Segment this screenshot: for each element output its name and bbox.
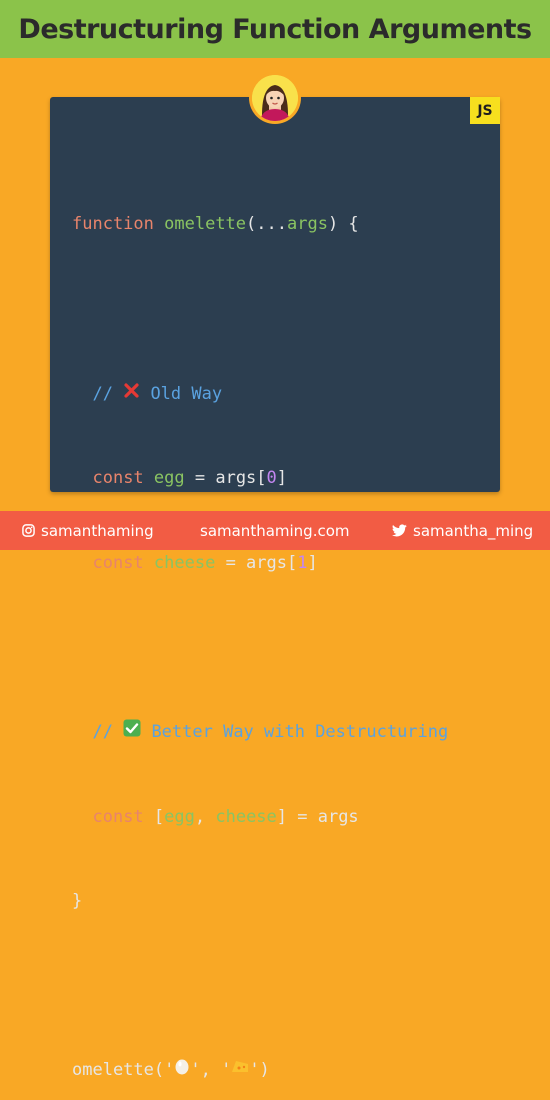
code-comment: // xyxy=(92,383,124,404)
code-comment: Old Way xyxy=(140,383,223,404)
code-punct: = args[ xyxy=(184,468,267,489)
title-bar: Destructuring Function Arguments xyxy=(0,0,550,58)
woman-avatar-icon xyxy=(252,75,298,121)
code-comment: Better Way with Destructuring xyxy=(141,722,449,743)
code-comment: // xyxy=(92,722,124,743)
cheese-icon xyxy=(231,1056,249,1084)
code-line-4: const cheese = args[1] xyxy=(72,549,448,577)
code-line-7: } xyxy=(72,887,448,915)
code-number: 1 xyxy=(297,552,308,573)
js-badge: JS xyxy=(470,97,500,124)
code-punct: ) { xyxy=(327,214,359,235)
code-line-1: function omelette(...args) { xyxy=(72,210,448,238)
code-punct: ] xyxy=(276,468,288,489)
code-function-name: omelette xyxy=(164,214,247,235)
code-line-6: const [egg, cheese] = args xyxy=(72,803,448,831)
code-number: 0 xyxy=(266,468,277,489)
code-punct: [ xyxy=(143,806,165,827)
code-variable: cheese xyxy=(215,806,277,827)
footer-instagram[interactable]: samanthaming xyxy=(22,511,154,550)
code-punct: (... xyxy=(246,214,287,235)
code-line-5: // Better Way with Destructuring xyxy=(72,718,448,746)
footer-bar: samanthaming samanthaming.com samantha_m… xyxy=(0,511,550,550)
code-keyword: const xyxy=(92,552,144,573)
footer-website[interactable]: samanthaming.com xyxy=(200,511,350,550)
code-punct: ] = args xyxy=(276,806,359,827)
code-punct: } xyxy=(72,891,83,912)
website-link: samanthaming.com xyxy=(200,521,350,540)
code-line-8: omelette(' ', ' ') xyxy=(72,1056,448,1084)
code-line-2: // Old Way xyxy=(72,380,448,408)
instagram-icon xyxy=(22,524,35,537)
code-call: omelette(' xyxy=(72,1060,175,1081)
code-keyword: const xyxy=(92,468,144,489)
instagram-handle: samanthaming xyxy=(41,521,154,540)
code-punct: = args[ xyxy=(215,552,298,573)
code-punct: ', ' xyxy=(190,1060,232,1081)
egg-icon xyxy=(174,1056,190,1084)
code-variable: egg xyxy=(164,806,195,827)
code-punct: ') xyxy=(249,1060,270,1081)
code-keyword: const xyxy=(92,806,144,827)
code-line-3: const egg = args[0] xyxy=(72,464,448,492)
code-block: function omelette(...args) { // Old Way … xyxy=(72,154,448,1100)
page-title: Destructuring Function Arguments xyxy=(18,13,532,45)
footer-twitter[interactable]: samantha_ming xyxy=(392,511,533,550)
code-param: args xyxy=(286,214,328,235)
code-variable: egg xyxy=(153,468,185,489)
code-punct: , xyxy=(194,806,216,827)
twitter-icon xyxy=(392,524,407,537)
code-variable: cheese xyxy=(153,552,216,573)
cross-mark-icon xyxy=(123,380,140,408)
check-mark-icon xyxy=(123,718,141,746)
twitter-handle: samantha_ming xyxy=(413,521,534,540)
code-keyword: function xyxy=(72,214,154,235)
code-punct: ] xyxy=(307,552,318,573)
